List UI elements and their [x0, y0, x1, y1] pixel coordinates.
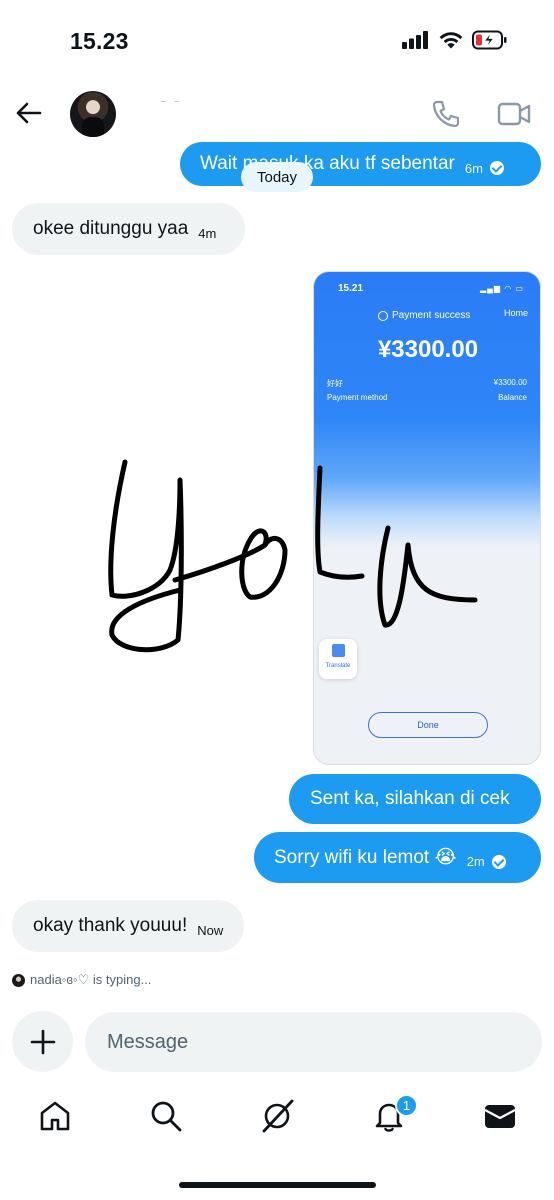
message-time: 4m [198, 225, 217, 241]
image-left-label: 好好 [327, 379, 343, 388]
message-text: Wait masuk ka aku tf sebentar [200, 153, 455, 174]
video-call-icon[interactable] [497, 99, 531, 129]
read-check-icon [489, 161, 504, 175]
plus-icon [30, 1029, 55, 1054]
search-icon [151, 1101, 182, 1132]
message-bubble-outgoing[interactable]: Sorry wifi ku lemot 😭 2m [254, 832, 541, 883]
message-time: 6m [464, 160, 483, 176]
image-home-link: Home [503, 308, 528, 318]
tab-messages[interactable] [482, 1098, 518, 1134]
image-method-label: Payment method [327, 393, 388, 402]
home-icon [40, 1101, 70, 1131]
message-text: okay thank youuu! [33, 915, 188, 936]
image-amount: ¥3300.00 [377, 336, 479, 363]
notifications-badge: 1 [395, 1094, 418, 1117]
tab-grok[interactable] [259, 1098, 295, 1134]
shared-payment-screenshot[interactable]: 15.21 ▂▄▆ ◠ ▭ Payment success Home ¥3300… [313, 271, 541, 765]
image-payment-success: Payment success [378, 310, 470, 321]
translate-label: Translate [325, 663, 351, 669]
typing-text: nadia◦ɞ◦♡ is typing... [30, 972, 152, 987]
typing-indicator: nadia◦ɞ◦♡ is typing... [12, 972, 151, 988]
envelope-icon [484, 1105, 516, 1128]
tab-search[interactable] [148, 1098, 184, 1134]
image-method-value: Balance [498, 393, 527, 402]
status-time: 15.23 [70, 28, 129, 54]
battery-charging-low-icon [472, 30, 507, 50]
home-indicator [179, 1182, 376, 1188]
tab-home[interactable] [37, 1098, 73, 1134]
message-bubble-incoming[interactable]: okay thank youuu! Now [12, 900, 244, 952]
message-bubble-outgoing[interactable]: Wait masuk ka aku tf sebentar 6m [180, 142, 541, 186]
image-status-icons: ▂▄▆ ◠ ▭ [480, 284, 524, 293]
avatar[interactable] [70, 91, 116, 137]
typing-avatar [12, 973, 25, 987]
message-bubble-outgoing[interactable]: Sent ka, silahkan di cek [289, 774, 541, 824]
grok-icon [262, 1099, 294, 1133]
image-right-value: ¥3300.00 [493, 378, 527, 387]
message-text: Sorry wifi ku lemot 😭 [274, 847, 457, 868]
phone-call-icon[interactable] [430, 98, 462, 130]
conversation-name[interactable]: ⁻ ⁻ [160, 96, 182, 110]
message-bubble-incoming[interactable]: okee ditunggu yaa 4m [12, 203, 245, 255]
image-translate-chip: Translate [319, 639, 357, 679]
check-circle-icon [378, 310, 388, 321]
back-arrow-icon[interactable] [12, 96, 46, 130]
image-success-text: Payment success [392, 310, 471, 321]
translate-icon [332, 644, 345, 657]
message-input[interactable] [85, 1012, 542, 1072]
status-icons [402, 30, 508, 50]
image-status-time: 15.21 [338, 283, 364, 294]
cellular-signal-icon [402, 31, 428, 49]
message-text: okee ditunggu yaa [33, 218, 189, 239]
message-time: 2m [466, 854, 485, 869]
wifi-icon [439, 31, 463, 48]
add-attachment-button[interactable] [12, 1011, 73, 1072]
image-done-button: Done [368, 712, 488, 738]
message-text: Sent ka, silahkan di cek [310, 788, 510, 809]
read-check-icon [491, 854, 506, 869]
date-divider: Today [241, 162, 313, 192]
message-time: Now [197, 922, 224, 938]
